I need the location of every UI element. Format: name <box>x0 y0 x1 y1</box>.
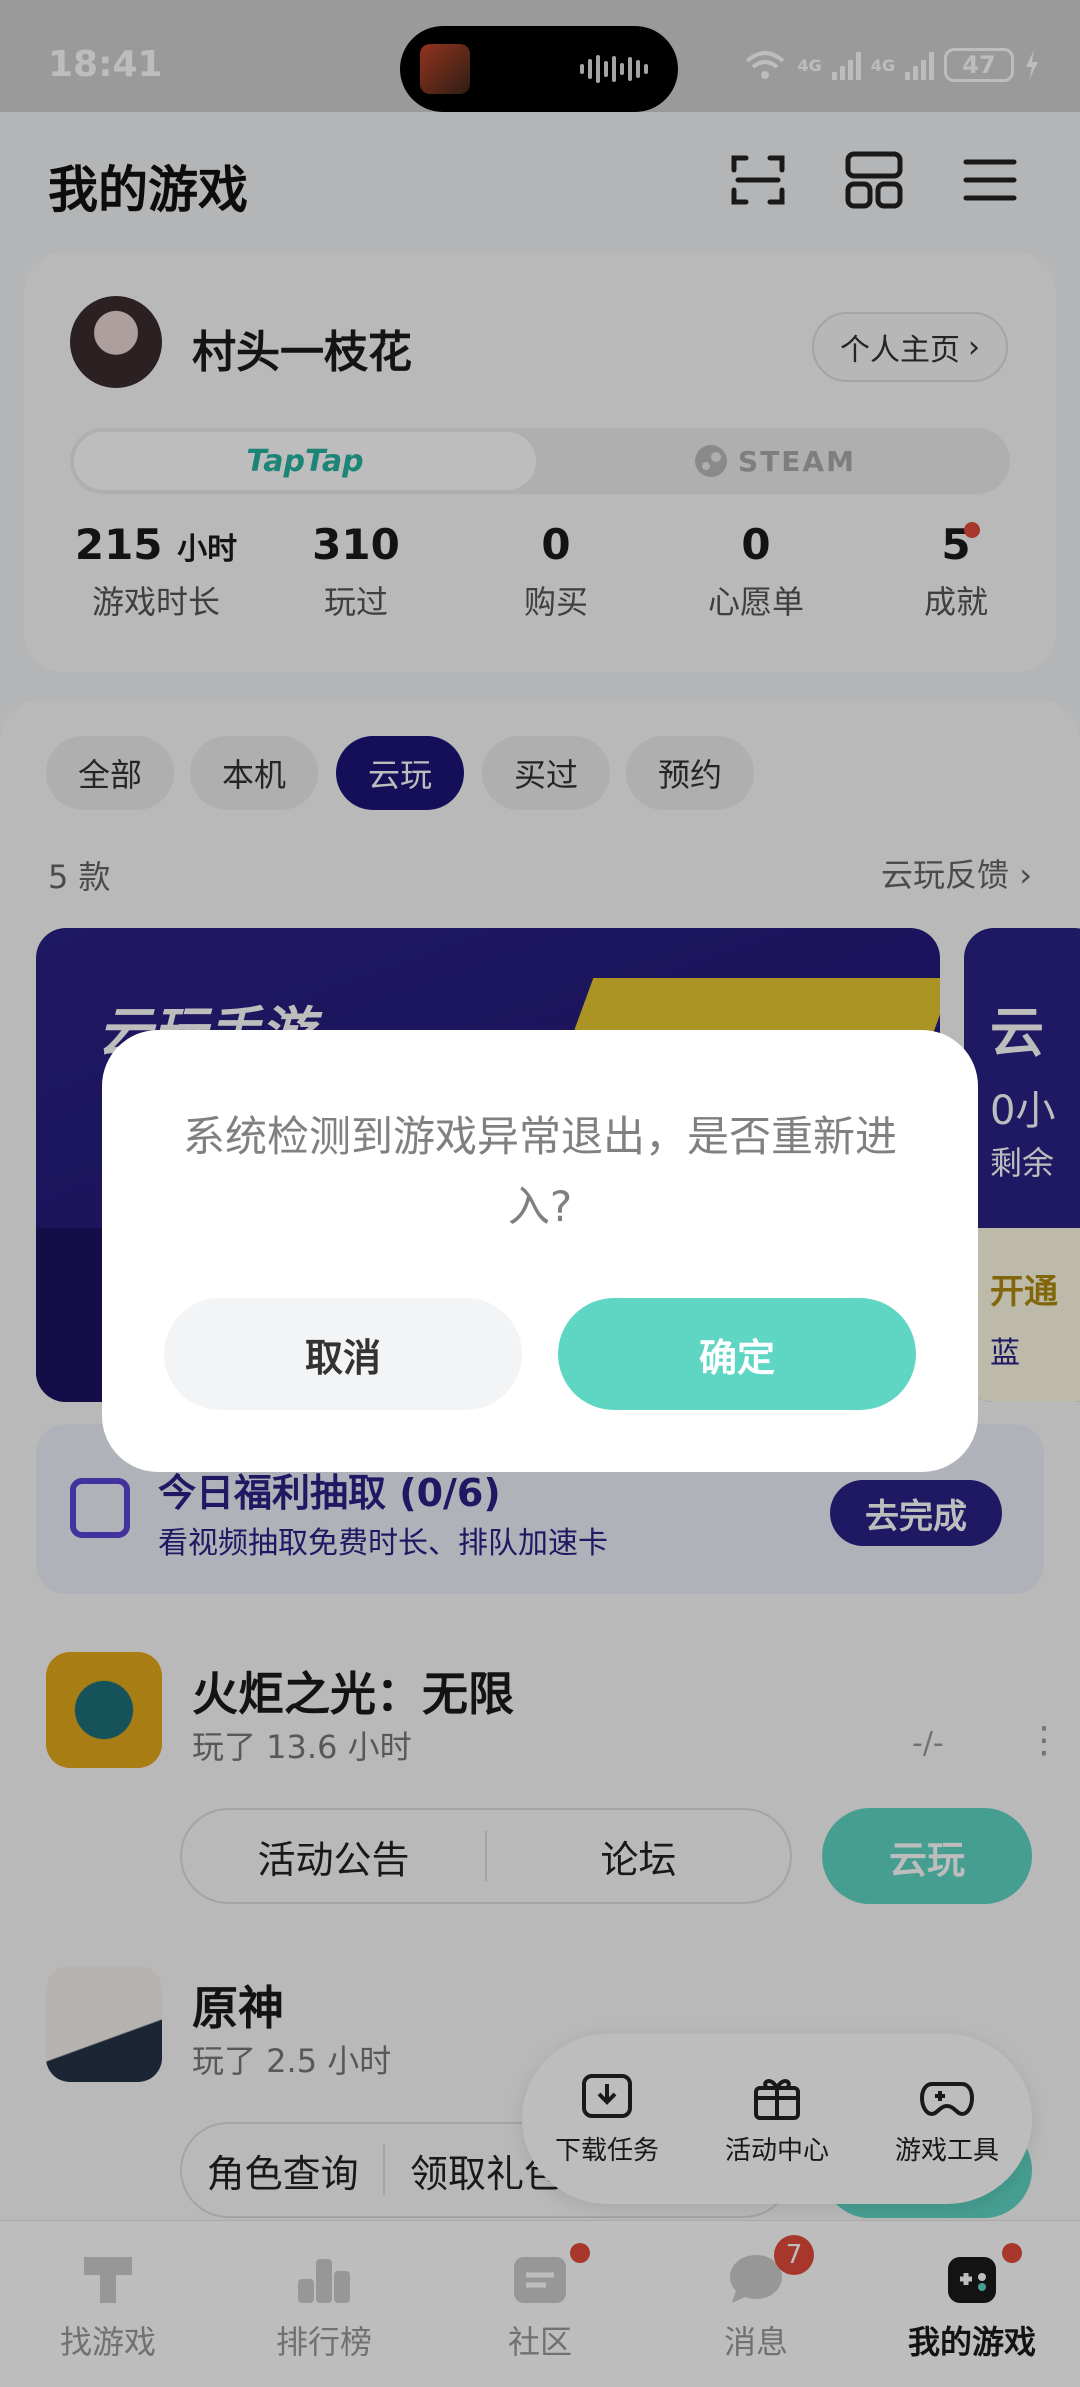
dialog-message: 系统检测到游戏异常退出，是否重新进入? <box>182 1112 897 1231</box>
restart-game-dialog: 系统检测到游戏异常退出，是否重新进入? 取消 确定 <box>102 1030 978 1472</box>
cancel-button[interactable]: 取消 <box>164 1298 522 1410</box>
confirm-button[interactable]: 确定 <box>558 1298 916 1410</box>
